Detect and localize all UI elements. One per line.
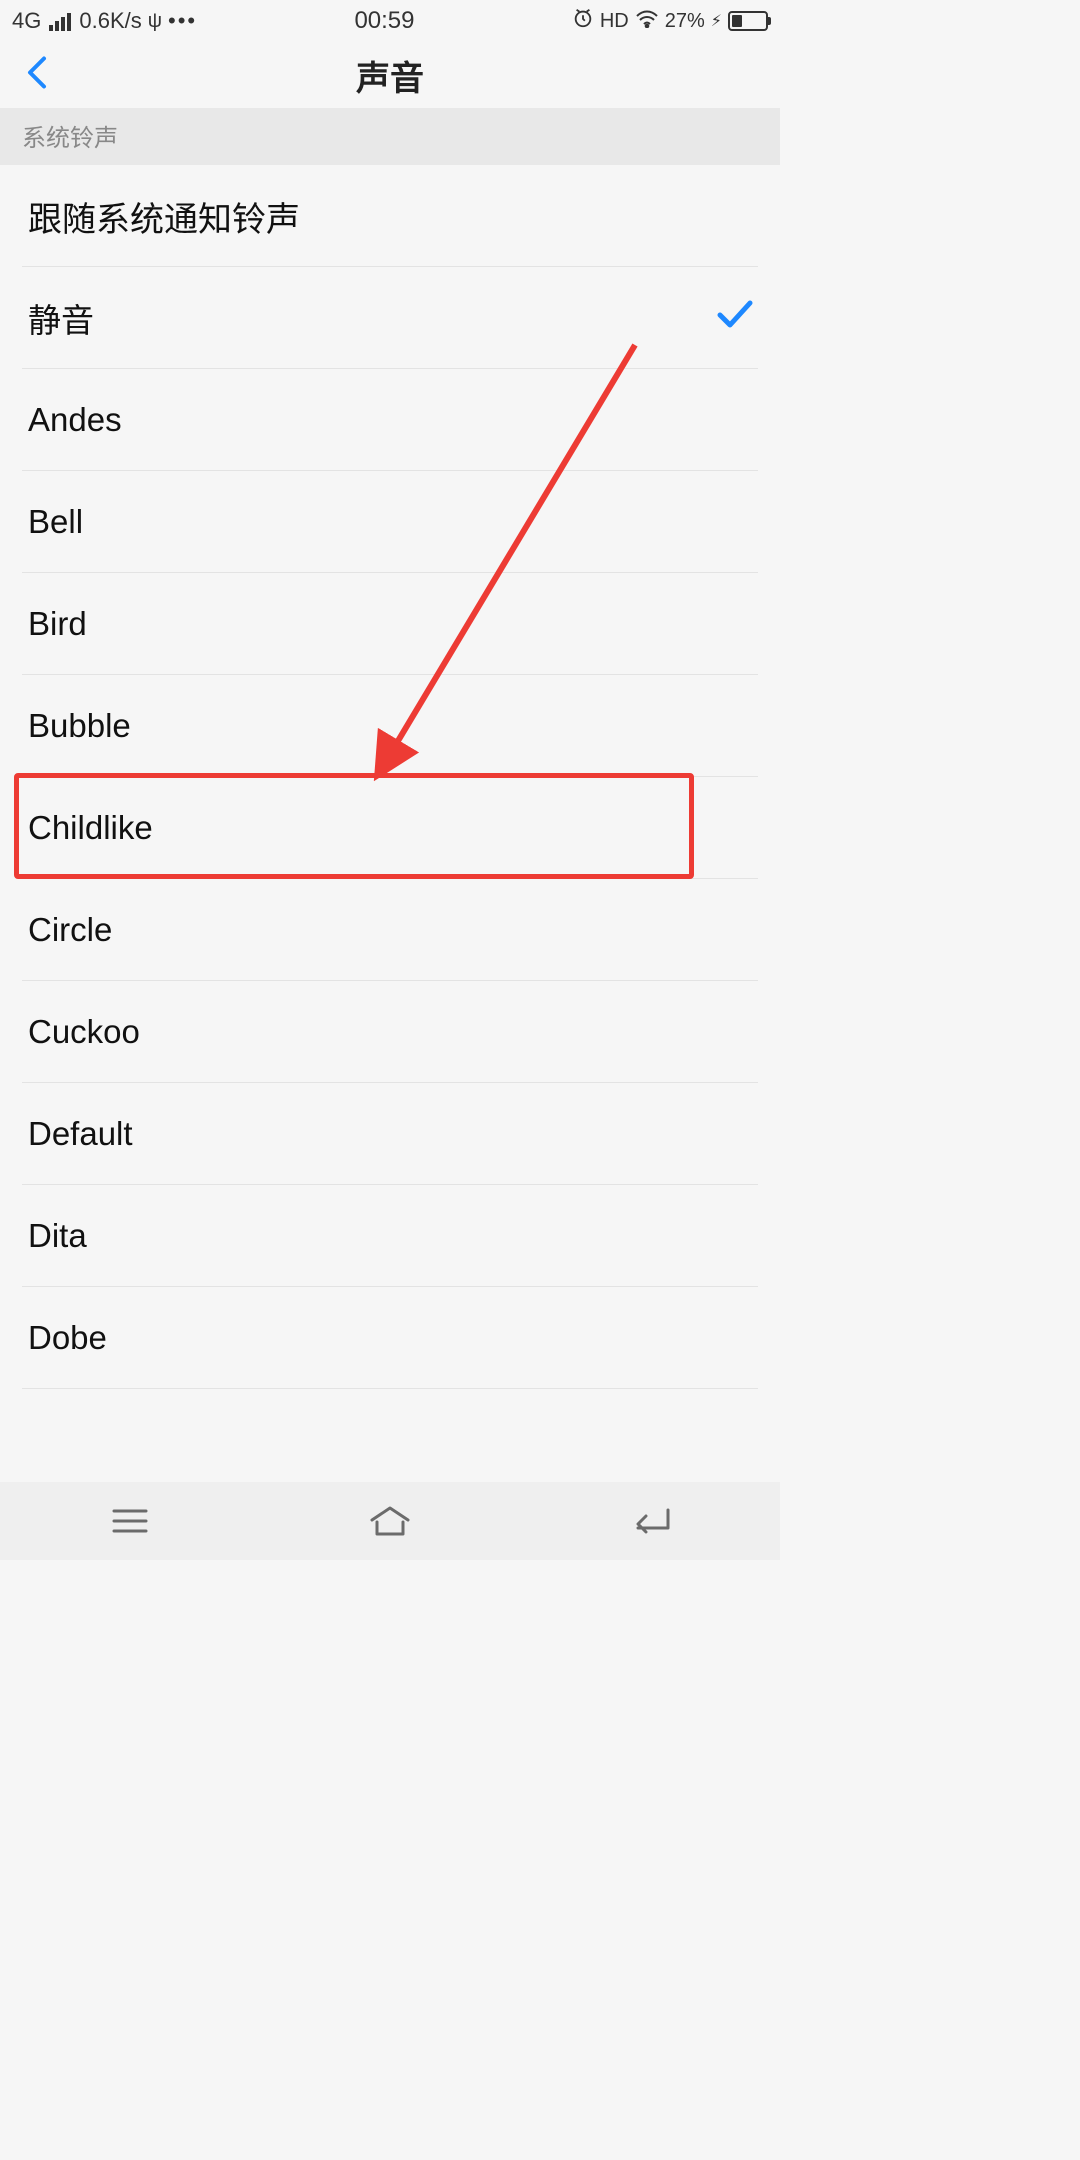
ringtone-label: Bell xyxy=(28,503,83,541)
charging-icon: ⚡︎ xyxy=(711,11,722,31)
section-header: 系统铃声 xyxy=(0,108,780,165)
ringtone-label: Dita xyxy=(28,1217,87,1255)
ringtone-label: Andes xyxy=(28,401,122,439)
ringtone-item[interactable]: Bubble xyxy=(0,675,780,777)
ringtone-item[interactable]: Andes xyxy=(0,369,780,471)
usb-icon: ψ xyxy=(148,10,162,33)
ringtone-item[interactable]: Bell xyxy=(0,471,780,573)
ringtone-label: Cuckoo xyxy=(28,1013,140,1051)
ringtone-item[interactable]: Cuckoo xyxy=(0,981,780,1083)
status-right: HD 27% ⚡︎ xyxy=(572,7,768,35)
clock: 00:59 xyxy=(197,7,572,35)
hd-label: HD xyxy=(600,10,629,33)
ringtone-item[interactable]: Bird xyxy=(0,573,780,675)
ringtone-item[interactable]: Default xyxy=(0,1083,780,1185)
alarm-icon xyxy=(572,7,594,35)
ringtone-label: 静音 xyxy=(28,294,94,342)
back-nav-button[interactable] xyxy=(520,1506,780,1536)
signal-icon xyxy=(49,11,71,31)
battery-pct: 27% xyxy=(665,10,705,33)
ringtone-label: Bird xyxy=(28,605,87,643)
battery-icon xyxy=(728,11,768,31)
ringtone-item[interactable]: Dita xyxy=(0,1185,780,1287)
ringtone-label: Dobe xyxy=(28,1319,107,1357)
ringtone-item[interactable]: Dobe xyxy=(0,1287,780,1389)
ringtone-label: Childlike xyxy=(28,809,153,847)
wifi-icon xyxy=(635,8,659,34)
ringtone-item[interactable]: Circle xyxy=(0,879,780,981)
ringtone-label: 跟随系统通知铃声 xyxy=(28,192,300,241)
network-type: 4G xyxy=(12,8,41,34)
page-header: 声音 xyxy=(0,42,780,108)
page-title: 声音 xyxy=(10,51,770,100)
ringtone-label: Circle xyxy=(28,911,112,949)
more-icon: ••• xyxy=(168,8,197,34)
separator xyxy=(22,1388,758,1389)
back-button[interactable] xyxy=(18,47,56,104)
ringtone-item[interactable]: 静音 xyxy=(0,267,780,369)
home-button[interactable] xyxy=(260,1504,520,1538)
check-icon xyxy=(716,299,754,337)
ringtone-list: 跟随系统通知铃声静音 Andes Bell Bird Bubble Childlike Ci… xyxy=(0,165,780,1389)
recent-apps-button[interactable] xyxy=(0,1507,260,1535)
status-left: 4G 0.6K/s ψ ••• xyxy=(12,8,197,34)
ringtone-item[interactable]: Childlike xyxy=(0,777,780,879)
status-bar: 4G 0.6K/s ψ ••• 00:59 HD 27% ⚡︎ xyxy=(0,0,780,42)
ringtone-item[interactable]: 跟随系统通知铃声 xyxy=(0,165,780,267)
system-nav-bar xyxy=(0,1482,780,1560)
network-speed: 0.6K/s xyxy=(79,8,141,34)
ringtone-label: Bubble xyxy=(28,707,131,745)
ringtone-label: Default xyxy=(28,1115,133,1153)
